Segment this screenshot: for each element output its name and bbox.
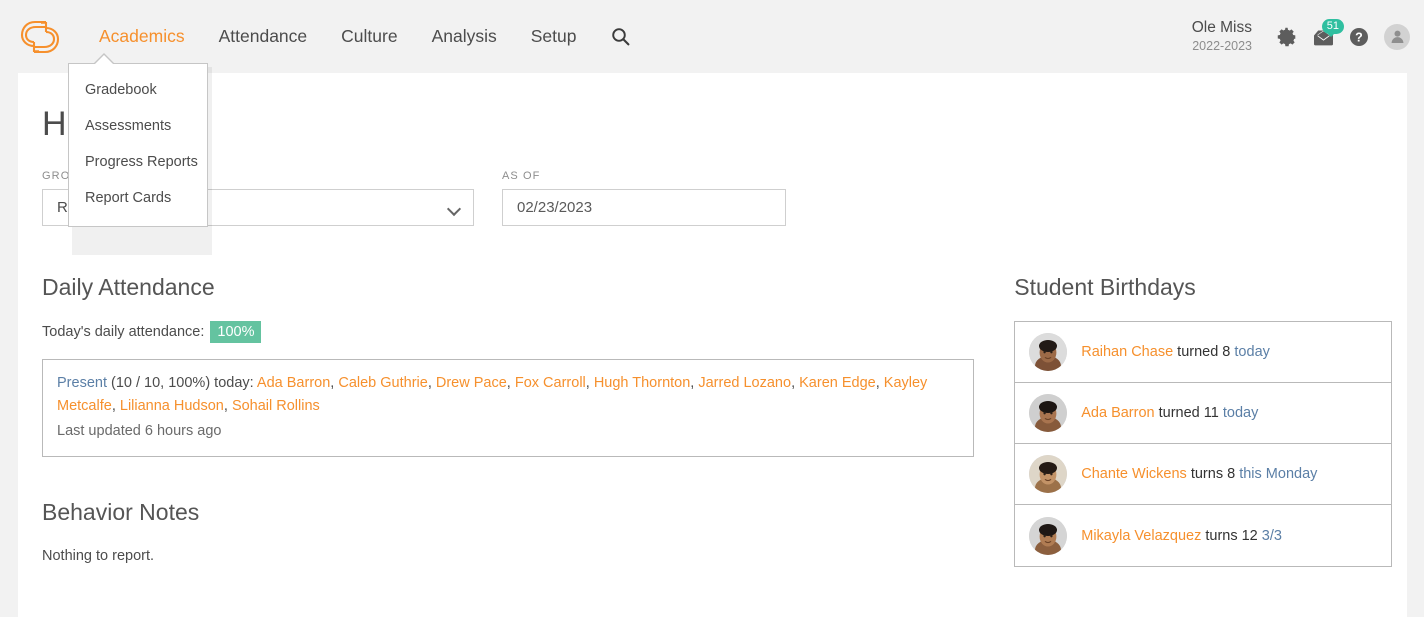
today-attendance-label: Today's daily attendance: (42, 324, 204, 340)
separator: , (507, 375, 515, 391)
left-column: Daily Attendance Today's daily attendanc… (42, 274, 984, 567)
right-column: Student Birthdays Raihan Chase turned 8 … (1014, 274, 1407, 567)
birthday-student-link[interactable]: Ada Barron (1081, 405, 1154, 421)
dropdown-item-assessments[interactable]: Assessments (69, 108, 207, 144)
gear-icon (1277, 27, 1297, 47)
present-student-link[interactable]: Hugh Thornton (594, 375, 690, 391)
birthday-age-text: turned 11 (1155, 405, 1223, 421)
search-icon (611, 27, 630, 46)
student-birthdays-heading: Student Birthdays (1014, 274, 1407, 301)
birthday-row: Raihan Chase turned 8 today (1015, 322, 1391, 383)
birthday-list: Raihan Chase turned 8 todayAda Barron tu… (1014, 321, 1392, 567)
today-attendance-line: Today's daily attendance: 100% (42, 321, 984, 343)
kickboard-spiral-logo (17, 14, 63, 60)
attendance-percent-badge: 100% (210, 321, 261, 343)
present-student-link[interactable]: Lilianna Hudson (120, 398, 224, 414)
present-student-link[interactable]: Jarred Lozano (698, 375, 791, 391)
inbox-button[interactable]: 51 (1306, 20, 1340, 54)
birthday-text: Chante Wickens turns 8 this Monday (1081, 466, 1317, 482)
filter-bar: GROUP Rollins Homeroom AS OF 02/23/2023 (18, 144, 1407, 226)
birthday-age-text: turned 8 (1173, 344, 1234, 360)
last-updated-text: Last updated 6 hours ago (57, 420, 959, 443)
present-student-link[interactable]: Karen Edge (799, 375, 876, 391)
user-avatar-button[interactable] (1384, 24, 1410, 50)
present-stats: (10 / 10, 100%) today: (107, 375, 257, 391)
search-button[interactable] (593, 27, 648, 46)
separator: , (586, 375, 594, 391)
user-avatar-icon (1390, 29, 1405, 44)
behavior-notes-body: Nothing to report. (42, 548, 984, 564)
header-actions: Ole Miss 2022-2023 51 ? (1192, 0, 1424, 73)
birthday-text: Mikayla Velazquez turns 12 3/3 (1081, 528, 1282, 544)
present-student-link[interactable]: Drew Pace (436, 375, 507, 391)
separator: , (876, 375, 884, 391)
dropdown-item-progress-reports[interactable]: Progress Reports (69, 144, 207, 180)
birthday-age-text: turns 12 (1201, 528, 1261, 544)
present-student-link[interactable]: Fox Carroll (515, 375, 586, 391)
dropdown-item-report-cards[interactable]: Report Cards (69, 180, 207, 216)
svg-text:?: ? (1355, 30, 1363, 44)
academics-dropdown-menu: GradebookAssessmentsProgress ReportsRepo… (68, 63, 208, 227)
present-label[interactable]: Present (57, 375, 107, 391)
birthday-date-link[interactable]: today (1234, 344, 1269, 360)
birthday-row: Mikayla Velazquez turns 12 3/3 (1015, 505, 1391, 566)
help-circle-icon: ? (1349, 27, 1369, 47)
as-of-date-input[interactable]: 02/23/2023 (502, 189, 786, 226)
birthday-student-link[interactable]: Raihan Chase (1081, 344, 1173, 360)
chevron-down-icon (448, 204, 461, 212)
page-title: Home (18, 73, 1407, 144)
nav-item-culture[interactable]: Culture (324, 0, 414, 73)
separator: , (224, 398, 232, 414)
student-photo (1029, 455, 1067, 493)
present-student-link[interactable]: Ada Barron (257, 375, 330, 391)
birthday-text: Raihan Chase turned 8 today (1081, 344, 1270, 360)
birthday-text: Ada Barron turned 11 today (1081, 405, 1258, 421)
nav-item-setup[interactable]: Setup (514, 0, 594, 73)
as-of-filter: AS OF 02/23/2023 (502, 170, 786, 226)
birthday-age-text: turns 8 (1187, 466, 1239, 482)
student-photo (1029, 333, 1067, 371)
dropdown-item-gradebook[interactable]: Gradebook (69, 72, 207, 108)
top-navigation-bar: Academics Attendance Culture Analysis Se… (0, 0, 1424, 73)
birthday-student-link[interactable]: Chante Wickens (1081, 466, 1187, 482)
birthday-student-link[interactable]: Mikayla Velazquez (1081, 528, 1201, 544)
nav-item-attendance[interactable]: Attendance (202, 0, 325, 73)
present-students-box: Present (10 / 10, 100%) today: Ada Barro… (42, 359, 974, 457)
birthday-row: Ada Barron turned 11 today (1015, 383, 1391, 444)
birthday-date-link[interactable]: 3/3 (1262, 528, 1282, 544)
nav-item-analysis[interactable]: Analysis (415, 0, 514, 73)
present-student-link[interactable]: Caleb Guthrie (338, 375, 427, 391)
main-content-panel: Home GROUP Rollins Homeroom AS OF 02/23/… (18, 73, 1407, 617)
app-logo[interactable] (12, 9, 68, 65)
separator: , (791, 375, 799, 391)
birthday-date-link[interactable]: today (1223, 405, 1258, 421)
birthday-row: Chante Wickens turns 8 this Monday (1015, 444, 1391, 505)
student-photo (1029, 517, 1067, 555)
settings-button[interactable] (1270, 20, 1304, 54)
student-photo (1029, 394, 1067, 432)
inbox-badge: 51 (1322, 19, 1344, 34)
present-student-link[interactable]: Sohail Rollins (232, 398, 320, 414)
separator: , (112, 398, 120, 414)
school-info: Ole Miss 2022-2023 (1192, 18, 1252, 55)
school-year: 2022-2023 (1192, 39, 1252, 55)
as-of-label: AS OF (502, 170, 786, 182)
behavior-notes-heading: Behavior Notes (42, 499, 984, 526)
separator: , (428, 375, 436, 391)
school-name: Ole Miss (1192, 18, 1252, 37)
help-button[interactable]: ? (1342, 20, 1376, 54)
birthday-date-link[interactable]: this Monday (1239, 466, 1317, 482)
daily-attendance-heading: Daily Attendance (42, 274, 984, 301)
present-summary: Present (10 / 10, 100%) today: Ada Barro… (57, 372, 959, 419)
content-columns: Daily Attendance Today's daily attendanc… (18, 274, 1407, 567)
